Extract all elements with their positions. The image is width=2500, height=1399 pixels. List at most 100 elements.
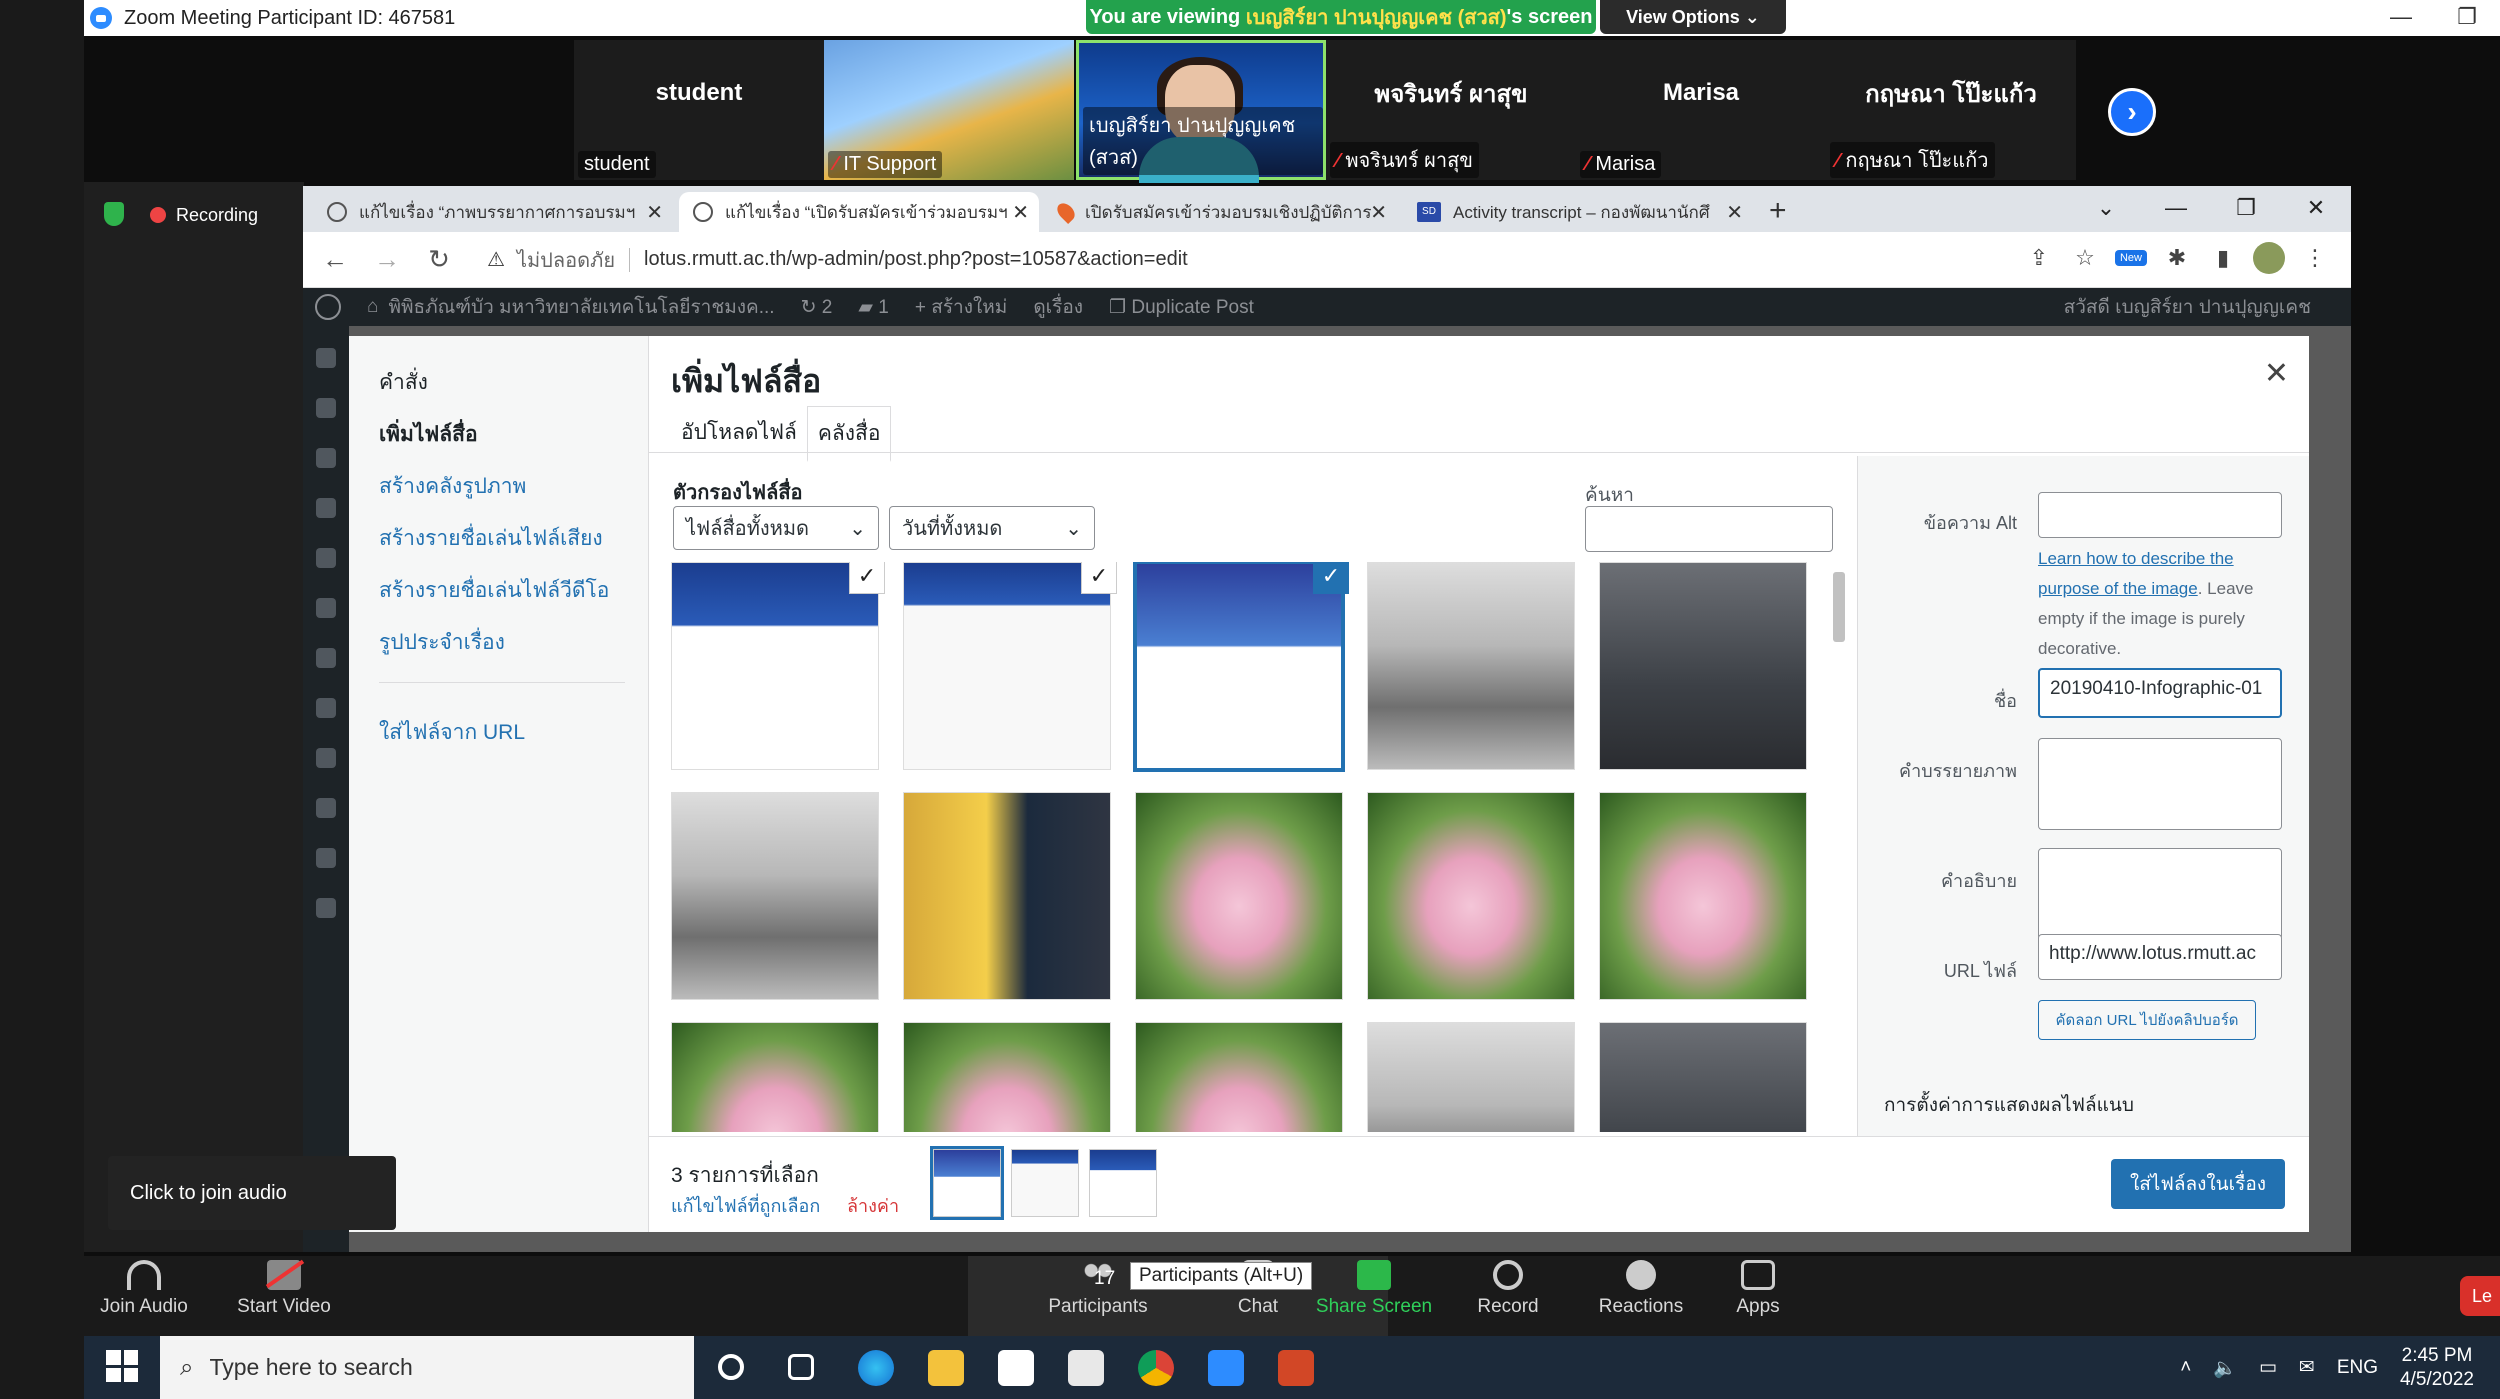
menu-video-playlist[interactable]: สร้างรายชื่อเล่นไฟล์วีดีโอ [379,574,609,607]
recording-indicator[interactable]: Recording [150,200,258,230]
cortana-icon[interactable] [718,1354,744,1380]
language-indicator[interactable]: ENG [2337,1357,2378,1379]
back-arrow-icon[interactable]: ← [309,244,361,275]
menu-icon[interactable] [316,498,336,518]
description-textarea[interactable] [2038,848,2282,940]
edge-icon[interactable] [858,1350,894,1386]
close-icon[interactable]: ✕ [2264,356,2289,391]
video-tile[interactable]: Marisa ⁄ Marisa [1576,40,1826,180]
chrome-icon[interactable] [1138,1350,1174,1386]
file-url-input[interactable]: http://www.lotus.rmutt.ac [2038,934,2282,980]
powerpoint-icon[interactable] [1278,1350,1314,1386]
video-tile[interactable]: กฤษณา โป๊ะแก้ว ⁄ กฤษณา โป๊ะแก้ว [1826,40,2076,180]
leave-button[interactable]: Le [2460,1276,2500,1316]
attachment-thumbnail[interactable] [1599,792,1807,1000]
file-explorer-icon[interactable] [928,1350,964,1386]
menu-add-media[interactable]: เพิ่มไฟล์สื่อ [379,418,478,451]
message-icon[interactable]: ✉ [2299,1356,2315,1379]
insert-into-post-button[interactable]: ใส่ไฟล์ลงในเรื่อง [2111,1159,2285,1209]
attachment-thumbnail[interactable] [1135,1022,1343,1132]
updates-link[interactable]: ↻ 2 [801,296,833,319]
attachment-thumbnail[interactable] [1599,562,1807,770]
attachment-thumbnail[interactable] [1367,562,1575,770]
store-icon[interactable] [998,1350,1034,1386]
edit-selection-link[interactable]: แก้ไขไฟล์ที่ถูกเลือก [671,1191,820,1220]
menu-icon[interactable] [316,698,336,718]
search-input[interactable] [1585,506,1833,552]
clear-selection-link[interactable]: ล้างค่า [847,1191,899,1220]
volume-icon[interactable]: 🔈 [2213,1356,2237,1380]
alt-help-link[interactable]: Learn how to describe the [2038,549,2234,568]
attachment-thumbnail[interactable] [903,562,1111,770]
menu-icon[interactable] [316,648,336,668]
menu-icon[interactable] [316,348,336,368]
extensions-puzzle-icon[interactable]: ✱ [2161,242,2193,274]
browser-tab[interactable]: เปิดรับสมัครเข้าร่วมอบรมเชิงปฏิบัติการ ✕ [1045,192,1397,232]
wordpress-logo-icon[interactable] [315,294,341,320]
user-greeting[interactable]: สวัสดี เบญสิร์ยา ปานปุญญเคช [2064,292,2311,322]
zoom-app-icon[interactable] [1208,1350,1244,1386]
browser-tab-active[interactable]: แก้ไขเรื่อง “เปิดรับสมัครเข้าร่วมอบรมฯ ✕ [679,192,1039,232]
bookmark-star-icon[interactable]: ☆ [2069,242,2101,274]
alt-help-link-2[interactable]: purpose of the image [2038,579,2198,598]
minimize-button[interactable]: — [2141,186,2211,232]
grid-scrollbar[interactable] [1831,552,1847,1132]
menu-audio-playlist[interactable]: สร้างรายชื่อเล่นไฟล์เสียง [379,522,603,555]
close-button[interactable]: ✕ [2281,186,2351,232]
checkmark-icon[interactable]: ✓ [849,562,885,594]
record-button[interactable]: Record [1448,1260,1568,1318]
close-tab-icon[interactable]: ✕ [1012,200,1029,225]
attachment-thumbnail[interactable] [1367,792,1575,1000]
attachment-thumbnail-selected[interactable] [1133,562,1345,772]
checkmark-icon[interactable]: ✓ [1081,562,1117,594]
video-tile[interactable]: student student [574,40,824,180]
checkmark-icon[interactable]: ✓ [1313,562,1349,594]
attachment-thumbnail[interactable] [1367,1022,1575,1132]
attachment-thumbnail[interactable] [903,1022,1111,1132]
scrollbar-thumb[interactable] [1833,572,1845,642]
attachment-thumbnail[interactable] [1135,792,1343,1000]
attachment-thumbnail[interactable] [1599,1022,1807,1132]
menu-icon[interactable] [316,448,336,468]
video-tile[interactable]: พจรินทร์ ผาสุข ⁄ พจรินทร์ ผาสุข [1326,40,1576,180]
tab-upload-files[interactable]: อัปโหลดไฟล์ [671,406,807,462]
close-tab-icon[interactable]: ✕ [1726,200,1743,225]
profile-avatar[interactable] [2253,242,2285,274]
task-view-icon[interactable] [788,1354,814,1380]
menu-kebab-icon[interactable]: ⋮ [2299,242,2331,274]
reload-icon[interactable]: ↻ [413,244,465,275]
close-tab-icon[interactable]: ✕ [1370,200,1387,225]
media-type-select[interactable]: ไฟล์สื่อทั้งหมด ⌄ [673,506,879,550]
copy-url-button[interactable]: คัดลอก URL ไปยังคลิปบอร์ด [2038,1000,2256,1040]
view-post-link[interactable]: ดูเรื่อง [1033,292,1083,322]
duplicate-post-link[interactable]: ❐ Duplicate Post [1109,296,1254,319]
shield-icon[interactable] [104,202,124,226]
attachment-thumbnail[interactable] [671,1022,879,1132]
menu-icon[interactable] [316,848,336,868]
selection-thumbnail[interactable] [930,1146,1004,1220]
video-tile-active-speaker[interactable]: เบญสิร์ยา ปานปุญญเคช (สวส) [1076,40,1326,183]
menu-icon[interactable] [316,748,336,768]
menu-create-gallery[interactable]: สร้างคลังรูปภาพ [379,470,526,503]
reactions-button[interactable]: Reactions [1576,1260,1706,1318]
site-name-link[interactable]: พิพิธภัณฑ์บัว มหาวิทยาลัยเทคโนโลยีราชมงค… [388,292,774,322]
forward-arrow-icon[interactable]: → [361,244,413,275]
browser-tab[interactable]: SD Activity transcript – กองพัฒนานักศึ ✕ [1403,192,1753,232]
view-options-button[interactable]: View Options ⌄ [1600,0,1786,34]
alt-text-input[interactable] [2038,492,2282,538]
menu-featured-image[interactable]: รูปประจำเรื่อง [379,626,505,659]
menu-icon[interactable] [316,398,336,418]
apps-button[interactable]: Apps [1698,1260,1818,1318]
attachment-thumbnail[interactable] [671,562,879,770]
maximize-button[interactable]: ❐ [2434,0,2500,36]
video-tile[interactable]: ⁄ IT Support [824,40,1074,180]
selection-thumbnail[interactable] [1089,1149,1157,1217]
windows-start-icon[interactable] [106,1350,138,1382]
tab-media-library[interactable]: คลังสื่อ [806,406,892,462]
share-icon[interactable]: ⇪ [2023,242,2055,274]
close-tab-icon[interactable]: ✕ [646,200,663,225]
minimize-button[interactable]: — [2368,0,2434,36]
taskbar-search[interactable]: ⌕ Type here to search [160,1336,694,1399]
caption-textarea[interactable] [2038,738,2282,830]
clock[interactable]: 2:45 PM 4/5/2022 [2400,1344,2474,1392]
